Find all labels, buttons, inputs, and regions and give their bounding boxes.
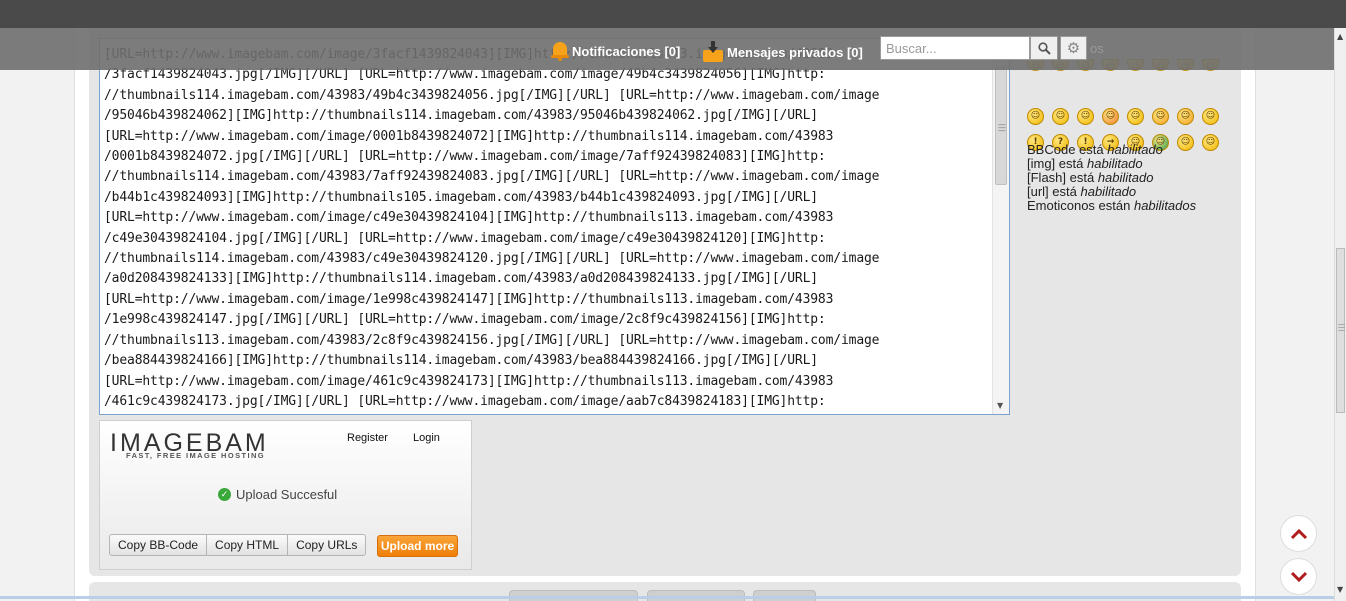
editor-line: /b44b1c439824093][IMG]http://thumbnails1… xyxy=(104,189,818,205)
smiley-icon[interactable]: ☺ xyxy=(1152,108,1169,125)
advanced-search-button[interactable]: ⚙ xyxy=(1060,36,1087,60)
smiley-icon[interactable]: ☺ xyxy=(1202,134,1219,151)
window-scroll-down-icon[interactable]: ▼ xyxy=(1337,585,1343,594)
editor-line: //thumbnails114.imagebam.com/43983/c49e3… xyxy=(104,251,880,267)
message-text[interactable]: [URL=http://www.imagebam.com/image/3facf… xyxy=(104,45,994,412)
scroll-down-arrow-icon[interactable]: ▼ xyxy=(997,401,1003,410)
editor-line: //thumbnails114.imagebam.com/43983/49b4c… xyxy=(104,87,880,103)
editor-line: /a0d208439824133][IMG]http://thumbnails1… xyxy=(104,271,818,287)
smiley-icon[interactable]: ☺ xyxy=(1127,108,1144,125)
notifications-label: Notificaciones [0] xyxy=(572,43,681,59)
check-icon: ✓ xyxy=(218,488,231,501)
textarea-scroll-thumb[interactable]: — — — xyxy=(995,67,1007,185)
search-input[interactable] xyxy=(880,36,1030,60)
notifications-link[interactable]: Notificaciones [0] xyxy=(551,41,680,61)
smiley-icon[interactable]: ☺ xyxy=(1102,108,1119,125)
editor-line: /c49e30439824104.jpg[/IMG][/URL] [URL=ht… xyxy=(104,230,826,246)
copy-bbcode-button[interactable]: Copy BB-Code xyxy=(110,535,208,555)
status-emoticons: Emoticonos están habilitados xyxy=(1027,198,1197,213)
bell-icon xyxy=(551,41,569,61)
posting-status: BBCode está habilitado [img] está habili… xyxy=(1027,143,1196,213)
copy-button-group: Copy BB-Code Copy HTML Copy URLs xyxy=(109,534,367,556)
gear-icon: ⚙ xyxy=(1066,39,1081,57)
editor-line: /0001b8439824072.jpg[/IMG][/URL] [URL=ht… xyxy=(104,149,826,165)
copy-html-button[interactable]: Copy HTML xyxy=(207,535,289,555)
status-img: [img] está habilitado xyxy=(1027,156,1143,171)
smiley-icon[interactable]: ☺ xyxy=(1177,108,1194,125)
message-textarea[interactable]: [URL=http://www.imagebam.com/image/3facf… xyxy=(99,38,1010,415)
editor-line: /95046b439824062][IMG]http://thumbnails1… xyxy=(104,108,818,124)
inbox-icon xyxy=(702,41,724,63)
scroll-top-button[interactable] xyxy=(1280,515,1317,552)
editor-line: [URL=http://www.imagebam.com/image/0001b… xyxy=(104,128,834,144)
grip-icon: — — — xyxy=(1338,320,1345,334)
editor-line: /1e998c439824147.jpg[/IMG][/URL] [URL=ht… xyxy=(104,312,826,328)
forum-topbar: Notificaciones [0] Mensajes privados [0]… xyxy=(0,28,1334,70)
imagebam-upload-widget: IMAGEBAM FAST, FREE IMAGE HOSTING Regist… xyxy=(99,420,472,570)
smiley-icon[interactable]: ☺ xyxy=(1077,108,1094,125)
editor-line: [URL=http://www.imagebam.com/image/1e998… xyxy=(104,291,834,307)
upload-success-text: Upload Succesful xyxy=(236,487,338,502)
grip-icon: — — — xyxy=(998,120,1006,135)
status-bbcode: BBCode está habilitado xyxy=(1027,142,1163,157)
window-scroll-up-icon[interactable]: ▲ xyxy=(1337,32,1343,41)
window-scrollbar[interactable]: ▲ — — — ▼ xyxy=(1334,28,1346,601)
window-scroll-thumb[interactable]: — — — xyxy=(1336,248,1345,413)
smiley-icon[interactable]: ☺ xyxy=(1202,108,1219,125)
login-link[interactable]: Login xyxy=(413,432,440,444)
copy-urls-button[interactable]: Copy URLs xyxy=(288,535,365,555)
status-url: [url] está habilitado xyxy=(1027,184,1137,199)
editor-line: //thumbnails114.imagebam.com/43983/7aff9… xyxy=(104,169,880,185)
faded-text: os xyxy=(1090,41,1104,56)
smiley-icon[interactable]: ☺ xyxy=(1027,108,1044,125)
status-flash: [Flash] está habilitado xyxy=(1027,170,1154,185)
search-button[interactable] xyxy=(1030,36,1058,60)
imagebam-tagline: FAST, FREE IMAGE HOSTING xyxy=(126,451,266,460)
private-messages-label: Mensajes privados [0] xyxy=(727,44,863,60)
chevron-up-icon xyxy=(1290,528,1307,539)
scroll-bottom-button[interactable] xyxy=(1280,558,1317,595)
editor-line: [URL=http://www.imagebam.com/image/c49e3… xyxy=(104,210,834,226)
upload-more-button[interactable]: Upload more xyxy=(377,535,458,557)
editor-line: //thumbnails113.imagebam.com/43983/2c8f9… xyxy=(104,332,880,348)
textarea-scrollbar[interactable]: ▲ ——— ▼ xyxy=(992,39,1009,414)
bottom-border xyxy=(0,596,1334,599)
editor-line: /bea884439824166][IMG]http://thumbnails1… xyxy=(104,353,818,369)
upload-success-message: ✓ Upload Succesful xyxy=(218,487,337,502)
search-icon xyxy=(1037,41,1051,55)
private-messages-link[interactable]: Mensajes privados [0] xyxy=(702,41,863,63)
editor-line: /461c9c439824173.jpg[/IMG][/URL] [URL=ht… xyxy=(104,393,826,409)
register-link[interactable]: Register xyxy=(347,432,388,444)
editor-line: [URL=http://www.imagebam.com/image/461c9… xyxy=(104,373,834,389)
chevron-down-icon xyxy=(1290,571,1307,582)
smiley-icon[interactable]: ☺ xyxy=(1052,108,1069,125)
browser-top-strip xyxy=(0,0,1346,28)
